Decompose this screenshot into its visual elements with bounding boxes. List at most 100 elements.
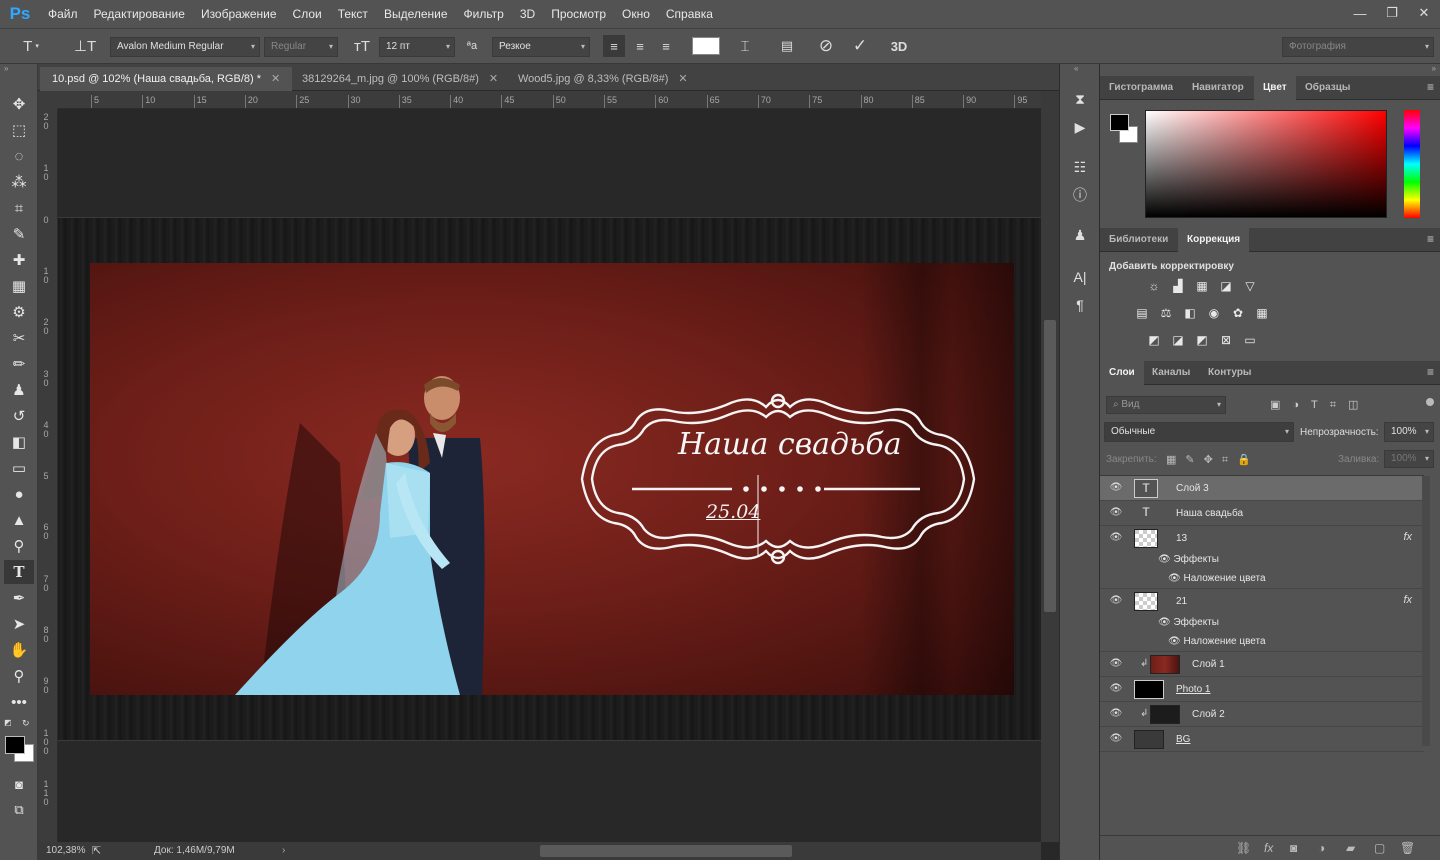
- text-color-swatch[interactable]: [692, 37, 720, 55]
- align-left-icon[interactable]: ≡: [603, 35, 625, 57]
- patch-tool-icon[interactable]: ▦: [4, 274, 34, 298]
- font-family-select[interactable]: Avalon Medium Regular ▾: [110, 37, 260, 57]
- photo-filter-icon[interactable]: ◉: [1205, 305, 1223, 321]
- layer-row[interactable]: 👁 Photo 1: [1100, 677, 1424, 702]
- tab-document-3[interactable]: Wood5.jpg @ 8,33% (RGB/8#) ✕: [506, 67, 700, 91]
- vertical-ruler[interactable]: 2 0 1 0 0 1 0 2 0 3 0 4 0 5 6 0 7 0 8 0 9 0 1 0 0 1 1…: [38, 109, 58, 842]
- align-right-icon[interactable]: ≡: [655, 35, 677, 57]
- tab-histogram[interactable]: Гистограмма: [1100, 76, 1182, 100]
- tab-channels[interactable]: Каналы: [1143, 361, 1199, 385]
- dock-collapse-icon[interactable]: «: [1074, 64, 1078, 73]
- tab-navigator[interactable]: Навигатор: [1183, 76, 1253, 100]
- type-tool-preset-icon[interactable]: T ▾: [14, 35, 48, 57]
- layer-name[interactable]: Наша свадьба: [1176, 508, 1243, 519]
- panel-menu-icon[interactable]: ≡: [1427, 232, 1434, 246]
- antialias-select[interactable]: Резкое ▾: [492, 37, 590, 57]
- eye-icon[interactable]: 👁: [1168, 573, 1183, 584]
- type-tool-icon[interactable]: T: [4, 560, 34, 584]
- effect-row[interactable]: 👁 Наложение цвета: [1168, 573, 1266, 584]
- menu-edit[interactable]: Редактирование: [86, 0, 193, 28]
- content-aware-tool-icon[interactable]: ⚙: [4, 300, 34, 324]
- vibrance-icon[interactable]: ▽: [1241, 278, 1259, 294]
- foreground-color-swatch[interactable]: [5, 736, 25, 754]
- link-layers-icon[interactable]: ⛓: [1236, 841, 1251, 855]
- black-white-icon[interactable]: ◧: [1181, 305, 1199, 321]
- tab-libraries[interactable]: Библиотеки: [1100, 228, 1177, 252]
- layer-row[interactable]: 👁 ↲ Слой 1: [1100, 652, 1424, 677]
- horizontal-ruler[interactable]: 5 10 15 20 25 30 35 40 45 50 55 60 65 70 75 80 85 90 95: [58, 91, 1041, 109]
- close-tab-icon[interactable]: ✕: [489, 73, 498, 85]
- hand-tool-icon[interactable]: ✋: [4, 638, 34, 662]
- status-arrow-icon[interactable]: ›: [282, 842, 285, 860]
- tab-paths[interactable]: Контуры: [1199, 361, 1260, 385]
- fg-color-chip[interactable]: [1110, 114, 1129, 131]
- default-colors-icon[interactable]: ◩: [4, 718, 12, 727]
- exposure-icon[interactable]: ◪: [1217, 278, 1235, 294]
- commit-icon[interactable]: ✓: [848, 35, 872, 57]
- scissors-tool-icon[interactable]: ✂: [4, 326, 34, 350]
- font-size-select[interactable]: 12 пт ▾: [379, 37, 455, 57]
- ruler-origin[interactable]: [38, 91, 58, 109]
- eraser-tool-icon[interactable]: ◧: [4, 430, 34, 454]
- panels-collapse-icon[interactable]: »: [1432, 64, 1436, 73]
- menu-image[interactable]: Изображение: [193, 0, 285, 28]
- properties-panel-icon[interactable]: ☷: [1068, 156, 1092, 178]
- actions-panel-icon[interactable]: ▶: [1068, 116, 1092, 138]
- warp-text-icon[interactable]: ⌶: [734, 35, 756, 57]
- color-balance-icon[interactable]: ⚖: [1157, 305, 1175, 321]
- close-tab-icon[interactable]: ✕: [271, 73, 280, 85]
- levels-icon[interactable]: ▟: [1169, 278, 1187, 294]
- tab-document-1[interactable]: 10.psd @ 102% (Наша свадьба, RGB/8) * ✕: [40, 67, 293, 91]
- eye-icon[interactable]: 👁: [1108, 658, 1124, 670]
- paragraph-panel-icon[interactable]: ¶: [1068, 294, 1092, 316]
- effects-row[interactable]: 👁 Эффекты: [1158, 617, 1219, 628]
- invert-icon[interactable]: ◩: [1145, 332, 1163, 348]
- menu-file[interactable]: Файл: [40, 0, 86, 28]
- layer-row[interactable]: 👁 13 fx 👁 Эффекты 👁 Наложение цвета: [1100, 526, 1424, 589]
- eye-icon[interactable]: 👁: [1108, 683, 1124, 695]
- opacity-input[interactable]: 100% ▾: [1384, 422, 1434, 442]
- curves-icon[interactable]: ▦: [1193, 278, 1211, 294]
- eye-icon[interactable]: 👁: [1158, 554, 1173, 565]
- eye-icon[interactable]: 👁: [1168, 636, 1183, 647]
- tab-document-2[interactable]: 38129264_m.jpg @ 100% (RGB/8#) ✕: [290, 67, 510, 91]
- minimize-button[interactable]: —: [1344, 0, 1376, 26]
- eye-icon[interactable]: 👁: [1108, 595, 1124, 607]
- fill-input[interactable]: 100% ▾: [1384, 450, 1434, 468]
- document-canvas[interactable]: Наша свадьба 25.04: [58, 109, 1041, 842]
- menu-layers[interactable]: Слои: [285, 0, 330, 28]
- color-field[interactable]: [1145, 110, 1387, 218]
- layer-row[interactable]: 👁 T Слой 3: [1100, 476, 1424, 501]
- align-center-icon[interactable]: ≡: [629, 35, 651, 57]
- history-brush-tool-icon[interactable]: ↺: [4, 404, 34, 428]
- vertical-scroll-thumb[interactable]: [1044, 320, 1056, 612]
- path-selection-tool-icon[interactable]: ➤: [4, 612, 34, 636]
- layer-filter-icons[interactable]: ▣◑T⌗◫: [1270, 398, 1370, 412]
- sharpen-tool-icon[interactable]: ▲: [4, 508, 34, 532]
- brightness-icon[interactable]: ☼: [1145, 278, 1163, 294]
- menu-select[interactable]: Выделение: [376, 0, 456, 28]
- new-layer-icon[interactable]: ▢: [1374, 841, 1385, 855]
- layer-name[interactable]: Photo 1: [1176, 684, 1210, 695]
- add-mask-icon[interactable]: ◙: [1290, 841, 1297, 855]
- collapse-icon[interactable]: »: [4, 64, 8, 73]
- lasso-tool-icon[interactable]: ◌: [4, 144, 34, 168]
- effects-row[interactable]: 👁 Эффекты: [1158, 554, 1219, 565]
- layer-name[interactable]: Слой 3: [1176, 483, 1209, 494]
- layer-name[interactable]: Слой 1: [1192, 659, 1225, 670]
- threshold-icon[interactable]: ◩: [1193, 332, 1211, 348]
- swap-colors-icon[interactable]: ↻: [22, 718, 30, 729]
- font-style-select[interactable]: Regular ▾: [264, 37, 338, 57]
- screen-mode-icon[interactable]: ⧉: [4, 798, 34, 822]
- blend-mode-select[interactable]: Обычные ▾: [1104, 422, 1294, 442]
- layer-row[interactable]: 👁 BG: [1100, 727, 1424, 752]
- gradient-map-icon[interactable]: ▭: [1241, 332, 1259, 348]
- history-panel-icon[interactable]: ⧗: [1068, 88, 1092, 110]
- clone-stamp-tool-icon[interactable]: ♟: [4, 378, 34, 402]
- eye-icon[interactable]: 👁: [1108, 708, 1124, 720]
- eye-icon[interactable]: 👁: [1108, 482, 1124, 494]
- close-button[interactable]: ✕: [1408, 0, 1440, 26]
- layer-row[interactable]: 👁 ↲ Слой 2: [1100, 702, 1424, 727]
- pen-tool-icon[interactable]: ✒: [4, 586, 34, 610]
- selective-color-icon[interactable]: ⊠: [1217, 332, 1235, 348]
